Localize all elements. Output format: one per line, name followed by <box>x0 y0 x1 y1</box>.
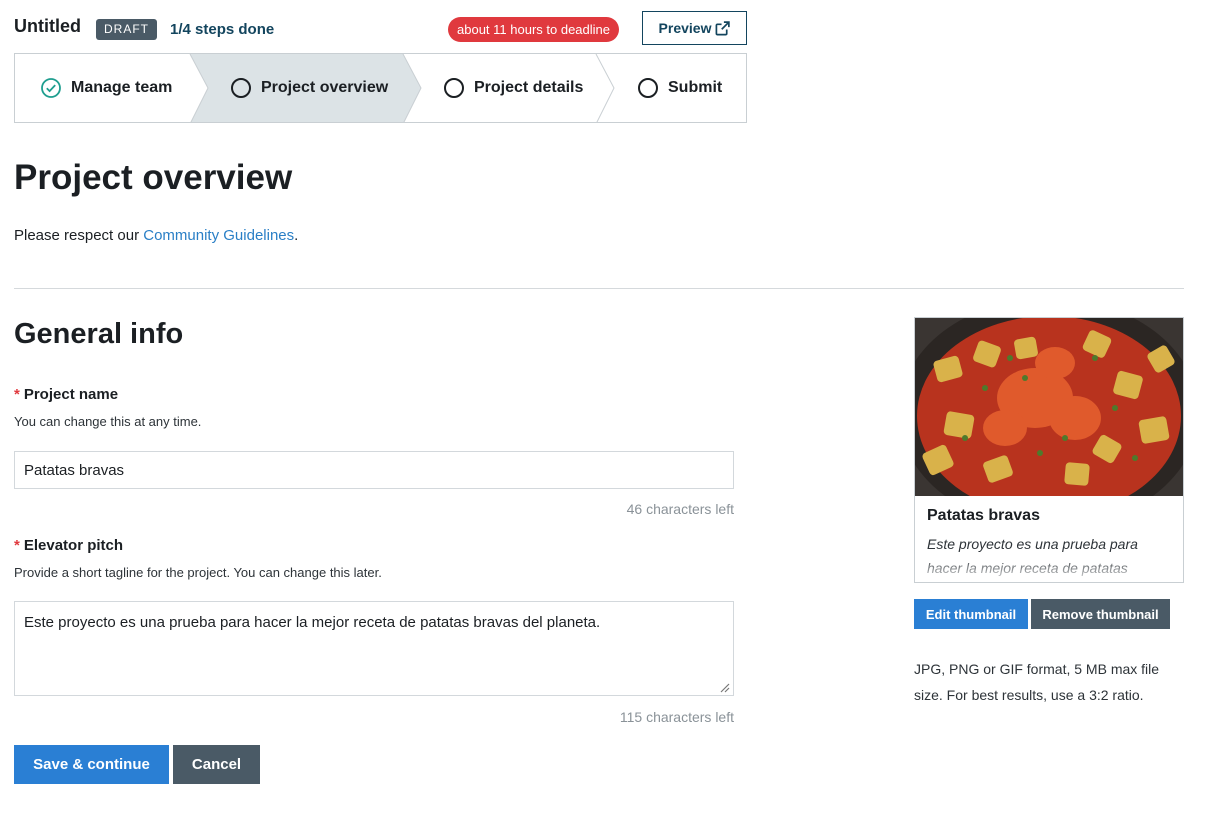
steps-progress: 1/4 steps done <box>170 21 275 38</box>
description-fade-overlay <box>915 556 1183 582</box>
project-name-help: You can change this at any time. <box>14 414 202 429</box>
check-circle-icon <box>41 78 61 98</box>
section-title: General info <box>14 318 184 350</box>
project-name-input[interactable] <box>14 451 734 489</box>
thumbnail-format-help: JPG, PNG or GIF format, 5 MB max file si… <box>914 661 1160 703</box>
elevator-pitch-textarea[interactable]: Este proyecto es una prueba para hacer l… <box>14 601 734 696</box>
thumbnail-card-title: Patatas bravas <box>927 507 1040 524</box>
step-label: Manage team <box>71 79 173 96</box>
project-name-chars-left: 46 characters left <box>626 501 734 517</box>
empty-circle-icon <box>231 78 251 98</box>
step-label: Project details <box>474 79 584 96</box>
step-manage-team[interactable]: Manage team <box>41 54 172 122</box>
page-title: Project overview <box>14 158 293 197</box>
step-project-details[interactable]: Project details <box>444 54 583 122</box>
external-link-icon <box>716 20 731 35</box>
empty-circle-icon <box>638 78 658 98</box>
elevator-pitch-help: Provide a short tagline for the project.… <box>14 565 382 580</box>
required-asterisk: * <box>14 386 20 403</box>
preview-label: Preview <box>658 20 712 36</box>
elevator-pitch-label-text: Elevator pitch <box>23 537 124 554</box>
guidelines-prefix: Please respect our <box>14 227 144 244</box>
remove-thumbnail-button[interactable]: Remove thumbnail <box>1031 599 1170 629</box>
project-name-label: * Project name <box>14 386 118 403</box>
step-project-overview[interactable]: Project overview <box>231 54 388 122</box>
edit-thumbnail-button[interactable]: Edit thumbnail <box>914 599 1028 629</box>
preview-button[interactable]: Preview <box>642 11 747 45</box>
required-asterisk: * <box>14 537 20 554</box>
guidelines-suffix: . <box>294 227 299 244</box>
steps-navigation: Manage team Project overview Project det… <box>14 53 747 123</box>
deadline-badge: about 11 hours to deadline <box>448 17 619 42</box>
project-title: Untitled <box>14 16 81 36</box>
thumbnail-preview-card: Patatas bravas Este proyecto es una prue… <box>914 317 1184 583</box>
project-name-label-text: Project name <box>23 386 119 403</box>
guidelines-notice: Please respect our Community Guidelines. <box>14 227 298 244</box>
resize-handle-icon[interactable] <box>718 681 730 693</box>
step-submit[interactable]: Submit <box>638 54 722 122</box>
save-continue-button[interactable]: Save & continue <box>14 745 169 784</box>
empty-circle-icon <box>444 78 464 98</box>
elevator-pitch-chars-left: 115 characters left <box>619 709 734 725</box>
thumbnail-image <box>915 318 1183 496</box>
step-label: Project overview <box>261 79 389 96</box>
draft-badge: DRAFT <box>96 19 157 40</box>
step-label: Submit <box>668 79 723 96</box>
community-guidelines-link[interactable]: Community Guidelines <box>143 227 294 244</box>
elevator-pitch-label: * Elevator pitch <box>14 537 123 554</box>
section-divider <box>14 288 1184 289</box>
cancel-button[interactable]: Cancel <box>173 745 260 784</box>
